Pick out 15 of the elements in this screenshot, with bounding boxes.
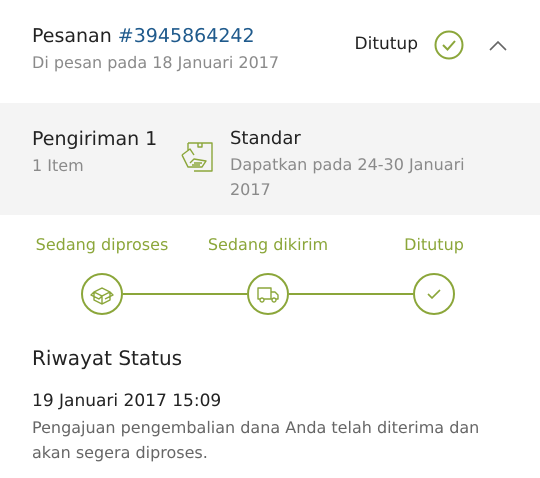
history-time: 19 Januari 2017 15:09 (32, 390, 222, 413)
step-label: Ditutup (404, 234, 464, 256)
history-text: Pengajuan pengembalian dana Anda telah diterima dan akan segera diproses. (32, 416, 480, 464)
shipping-method: Standar (230, 127, 302, 151)
step-label: Sedang dikirim (208, 234, 328, 256)
order-status: Ditutup (354, 33, 418, 56)
step-label: Sedang diproses (36, 234, 168, 256)
order-label: Pesanan (32, 25, 112, 47)
item-count: 1 Item (32, 154, 85, 176)
shipment-title: Pengiriman 1 (32, 127, 158, 152)
order-number[interactable]: #3945864242 (118, 25, 255, 47)
history-title: Riwayat Status (32, 345, 184, 372)
delivery-estimate: Dapatkan pada 24-30 Januari 2017 (230, 154, 466, 201)
caret-icon (488, 40, 508, 52)
order-date: Di pesan pada 18 Januari 2017 (32, 52, 280, 74)
